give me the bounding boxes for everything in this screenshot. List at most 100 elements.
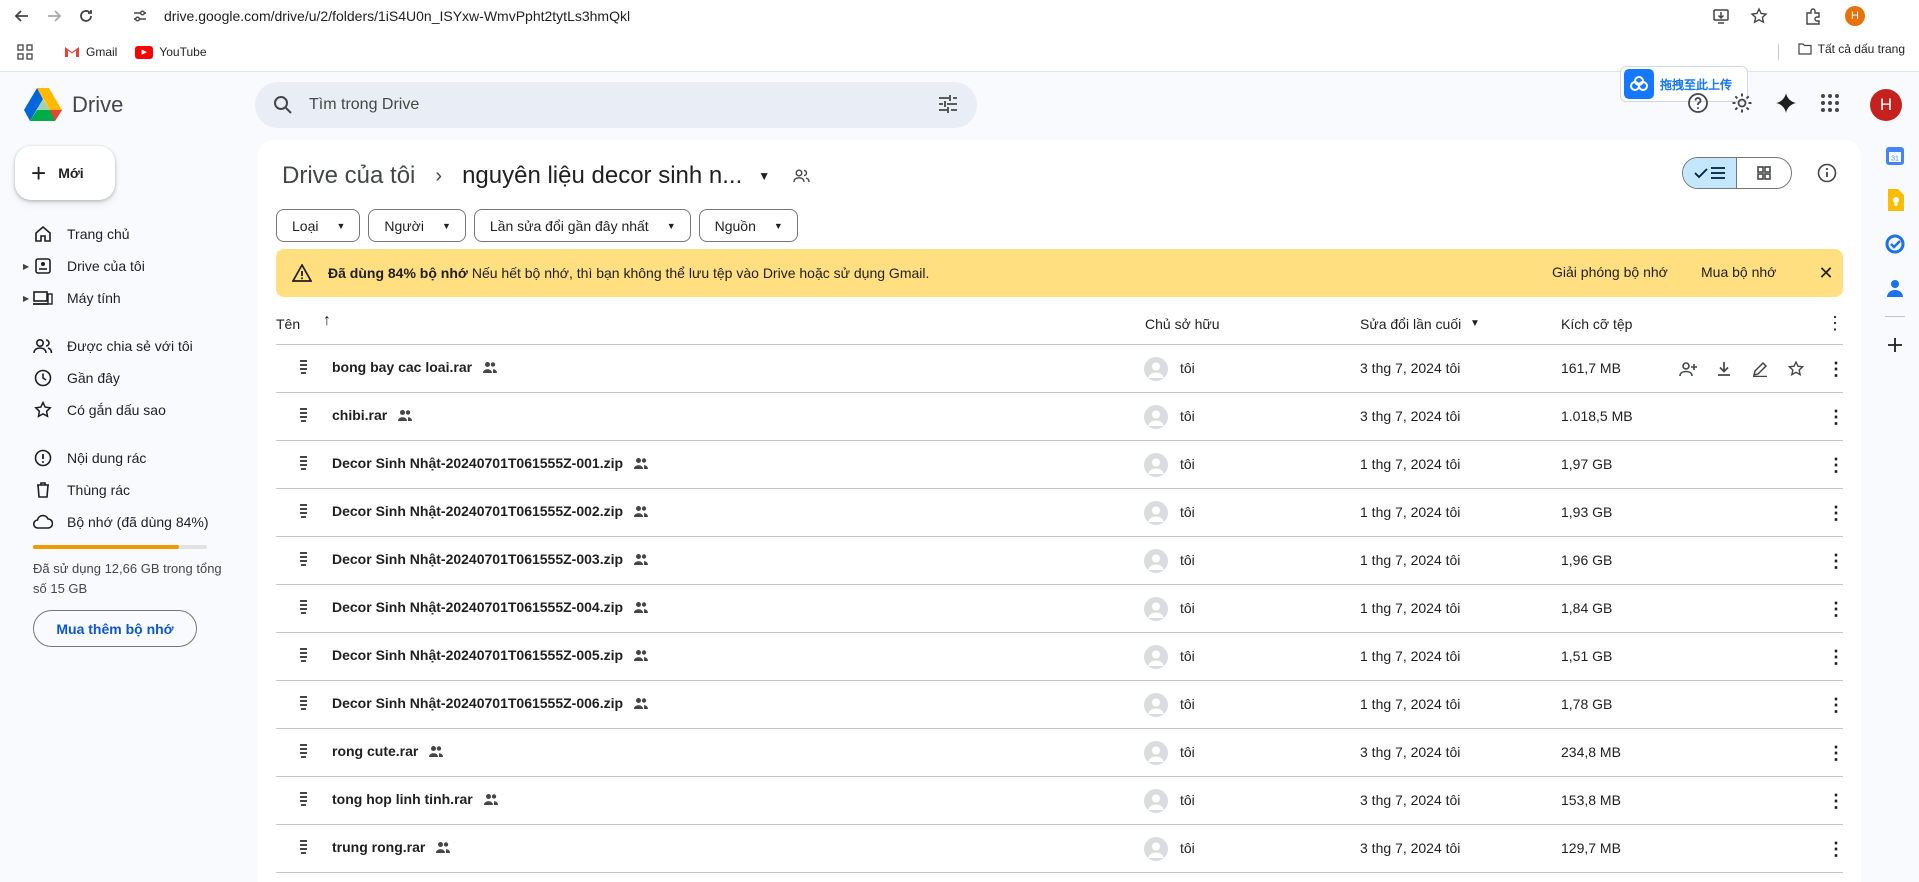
filter-people[interactable]: Người ▼	[368, 209, 466, 242]
install-app-icon[interactable]	[1709, 4, 1733, 28]
file-row[interactable]: Decor Sinh Nhật-20240701T061555Z-005.zip…	[276, 633, 1845, 681]
help-icon[interactable]	[1686, 91, 1710, 115]
file-row[interactable]: tong hop linh tinh.rar tôi 3 thg 7, 2024 t…	[276, 777, 1845, 825]
column-size[interactable]: Kích cỡ tệp	[1561, 316, 1632, 332]
filter-source[interactable]: Nguồn ▼	[698, 209, 798, 242]
breadcrumb-root[interactable]: Drive của tôi	[276, 162, 421, 190]
shared-folder-icon[interactable]	[792, 166, 812, 186]
file-row[interactable]: Decor Sinh Nhật-20240701T061555Z-006.zip…	[276, 681, 1845, 729]
file-name[interactable]: Decor Sinh Nhật-20240701T061555Z-006.zip	[332, 695, 649, 711]
profile-avatar[interactable]: H	[1843, 4, 1867, 28]
rename-pencil-icon[interactable]	[1748, 357, 1772, 381]
reload-icon[interactable]	[72, 2, 100, 30]
file-name[interactable]: Decor Sinh Nhật-20240701T061555Z-002.zip	[332, 503, 649, 519]
buy-storage-button[interactable]: Mua thêm bộ nhớ	[33, 610, 197, 647]
more-actions-icon[interactable]: ⋮	[1827, 405, 1845, 429]
back-icon[interactable]	[8, 2, 36, 30]
search-options-icon[interactable]	[937, 93, 959, 120]
more-actions-icon[interactable]: ⋮	[1827, 693, 1845, 717]
close-icon[interactable]: ✕	[1814, 261, 1838, 285]
file-row[interactable]: chibi.rar tôi 3 thg 7, 2024 tôi 1.018,5 MB ⋮	[276, 393, 1845, 441]
new-button[interactable]: + Mới	[15, 146, 115, 200]
url-text[interactable]: drive.google.com/drive/u/2/folders/1iS4U…	[164, 8, 630, 24]
tasks-icon[interactable]	[1879, 228, 1911, 260]
file-name[interactable]: Decor Sinh Nhật-20240701T061555Z-004.zip	[332, 599, 649, 615]
free-up-storage-link[interactable]: Giải phóng bộ nhớ	[1552, 264, 1668, 280]
bookmark-youtube[interactable]: ▶ YouTube	[135, 45, 207, 59]
calendar-icon[interactable]: 31	[1879, 140, 1911, 172]
more-actions-icon[interactable]: ⋮	[1827, 597, 1845, 621]
file-row[interactable]: trung rong.rar tôi 3 thg 7, 2024 tôi 129,7 …	[276, 825, 1845, 873]
url-bar[interactable]: drive.google.com/drive/u/2/folders/1iS4U…	[124, 2, 1774, 30]
contacts-icon[interactable]	[1879, 272, 1911, 304]
bookmark-star-icon[interactable]	[1747, 4, 1771, 28]
file-name[interactable]: trung rong.rar	[332, 839, 451, 855]
column-modified[interactable]: Sửa đổi lần cuối	[1360, 316, 1461, 332]
gemini-sparkle-icon[interactable]	[1774, 91, 1798, 115]
search-input[interactable]	[309, 96, 869, 114]
sort-caret-icon[interactable]: ▼	[1470, 318, 1480, 329]
folder-menu-caret-icon[interactable]: ▼	[758, 169, 770, 183]
settings-gear-icon[interactable]	[1730, 91, 1754, 115]
search-icon[interactable]	[271, 93, 295, 117]
more-actions-icon[interactable]: ⋮	[1827, 789, 1845, 813]
drive-logo[interactable]: Drive	[24, 88, 123, 122]
account-avatar[interactable]: H	[1870, 89, 1902, 121]
extensions-icon[interactable]	[1801, 4, 1825, 28]
expand-caret-icon[interactable]: ▶	[23, 294, 29, 303]
sidebar-item-my-drive[interactable]: ▶ Drive của tôi	[0, 250, 240, 282]
file-name[interactable]: bong bay cac loai.rar	[332, 359, 498, 375]
file-name[interactable]: rong cute.rar	[332, 743, 444, 759]
sidebar-item-recent[interactable]: Gần đây	[0, 362, 240, 394]
list-view-button[interactable]	[1683, 158, 1738, 188]
site-settings-icon[interactable]	[130, 6, 150, 26]
sidebar-item-trash[interactable]: Thùng rác	[0, 474, 240, 506]
more-actions-icon[interactable]: ⋮	[1827, 453, 1845, 477]
forward-icon[interactable]	[40, 2, 68, 30]
column-name[interactable]: Tên	[276, 316, 300, 332]
file-name[interactable]: Decor Sinh Nhật-20240701T061555Z-005.zip	[332, 647, 649, 663]
file-row[interactable]: Decor Sinh Nhật-20240701T061555Z-004.zip…	[276, 585, 1845, 633]
file-row[interactable]: bong bay cac loai.rar tôi 3 thg 7, 2024 tô…	[276, 345, 1845, 393]
sidebar-item-storage[interactable]: Bộ nhớ (đã dùng 84%)	[0, 506, 240, 538]
file-name[interactable]: chibi.rar	[332, 407, 413, 423]
sidebar-item-home[interactable]: Trang chủ	[0, 218, 240, 250]
all-bookmarks[interactable]: Tất cả dấu trang	[1798, 42, 1905, 56]
file-row[interactable]: Decor Sinh Nhật-20240701T061555Z-002.zip…	[276, 489, 1845, 537]
sidebar-item-computers[interactable]: ▶ Máy tính	[0, 282, 240, 314]
star-icon[interactable]	[1784, 357, 1808, 381]
breadcrumb-current-folder[interactable]: nguyên liệu decor sinh n...	[456, 162, 748, 190]
info-icon[interactable]	[1816, 162, 1838, 184]
add-addon-icon[interactable]	[1879, 329, 1911, 361]
file-name[interactable]: Decor Sinh Nhật-20240701T061555Z-001.zip	[332, 455, 649, 471]
grid-view-button[interactable]	[1737, 158, 1791, 188]
sidebar-item-starred[interactable]: Có gắn dấu sao	[0, 394, 240, 426]
more-actions-icon[interactable]: ⋮	[1827, 741, 1845, 765]
sidebar-item-spam[interactable]: Nội dung rác	[0, 442, 240, 474]
sort-arrow-up-icon[interactable]: ↑	[323, 312, 331, 330]
more-actions-icon[interactable]: ⋮	[1827, 501, 1845, 525]
more-actions-icon[interactable]: ⋮	[1827, 645, 1845, 669]
filter-type[interactable]: Loại ▼	[276, 209, 361, 242]
download-icon[interactable]	[1712, 357, 1736, 381]
sidebar-item-shared-with-me[interactable]: Được chia sẻ với tôi	[0, 330, 240, 362]
keep-icon[interactable]	[1879, 184, 1911, 216]
apps-grid-icon[interactable]	[16, 43, 34, 61]
file-row[interactable]: Decor Sinh Nhật-20240701T061555Z-003.zip…	[276, 537, 1845, 585]
column-owner[interactable]: Chủ sở hữu	[1145, 316, 1220, 332]
expand-caret-icon[interactable]: ▶	[23, 262, 29, 271]
file-name[interactable]: tong hop linh tinh.rar	[332, 791, 499, 807]
more-actions-icon[interactable]: ⋮	[1827, 549, 1845, 573]
share-add-person-icon[interactable]	[1676, 357, 1700, 381]
search-box[interactable]	[255, 82, 977, 128]
column-options-icon[interactable]: ⋮	[1826, 313, 1844, 334]
file-row[interactable]: rong cute.rar tôi 3 thg 7, 2024 tôi 234,8 M…	[276, 729, 1845, 777]
file-row[interactable]: Decor Sinh Nhật-20240701T061555Z-001.zip…	[276, 441, 1845, 489]
more-actions-icon[interactable]: ⋮	[1827, 357, 1845, 381]
buy-storage-link[interactable]: Mua bộ nhớ	[1701, 264, 1776, 280]
google-apps-icon[interactable]	[1818, 91, 1842, 115]
more-actions-icon[interactable]: ⋮	[1827, 837, 1845, 861]
filter-modified[interactable]: Lần sửa đổi gần đây nhất ▼	[473, 209, 691, 242]
bookmark-gmail[interactable]: Gmail	[64, 45, 117, 59]
file-name[interactable]: Decor Sinh Nhật-20240701T061555Z-003.zip	[332, 551, 649, 567]
